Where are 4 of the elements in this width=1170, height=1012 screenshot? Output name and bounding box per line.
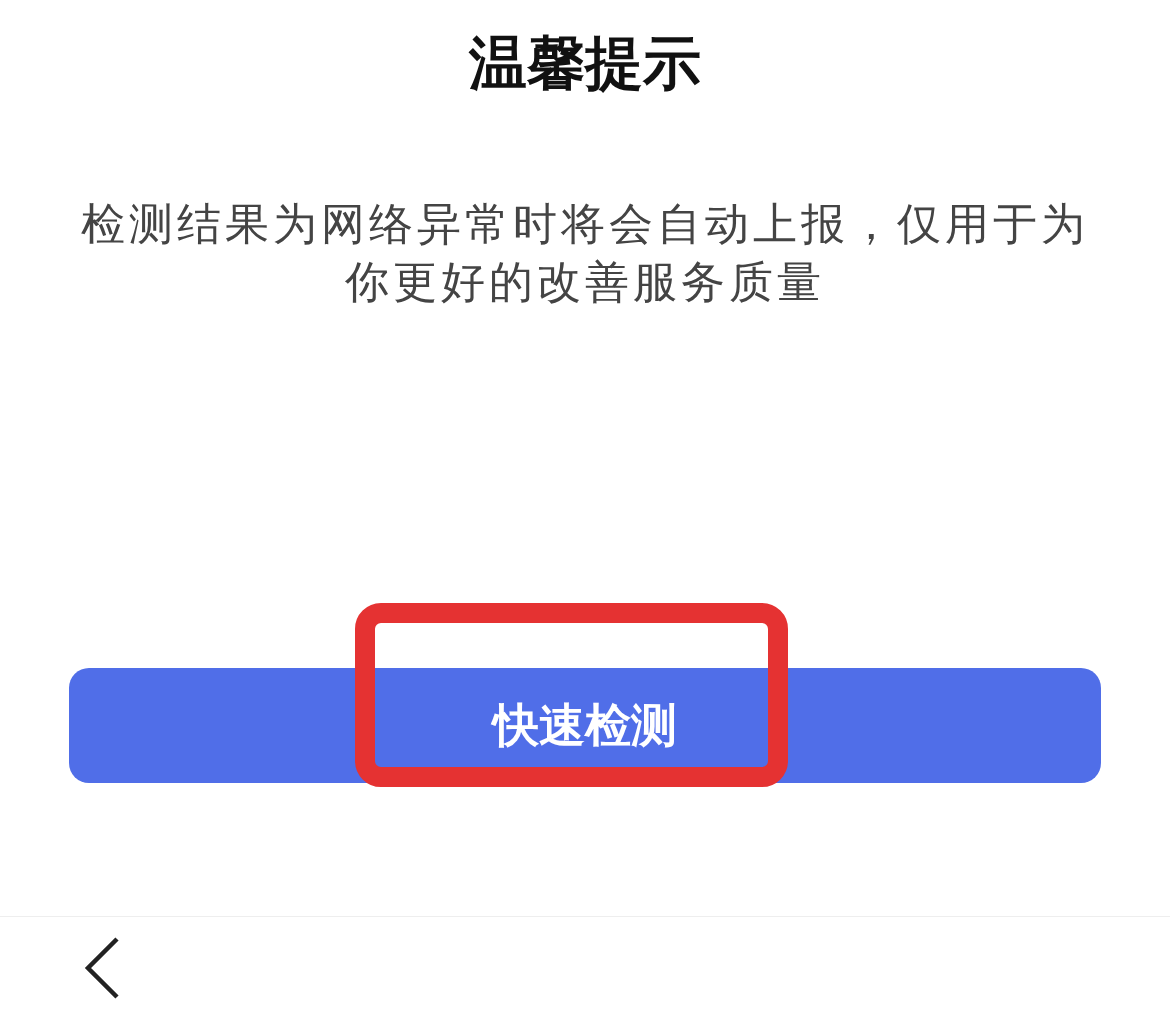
dialog-message: 检测结果为网络异常时将会自动上报，仅用于为你更好的改善服务质量 [80, 197, 1090, 309]
quick-check-button[interactable]: 快速检测 [69, 668, 1101, 783]
dialog-title: 温馨提示 [469, 28, 701, 98]
back-icon[interactable] [84, 936, 120, 999]
